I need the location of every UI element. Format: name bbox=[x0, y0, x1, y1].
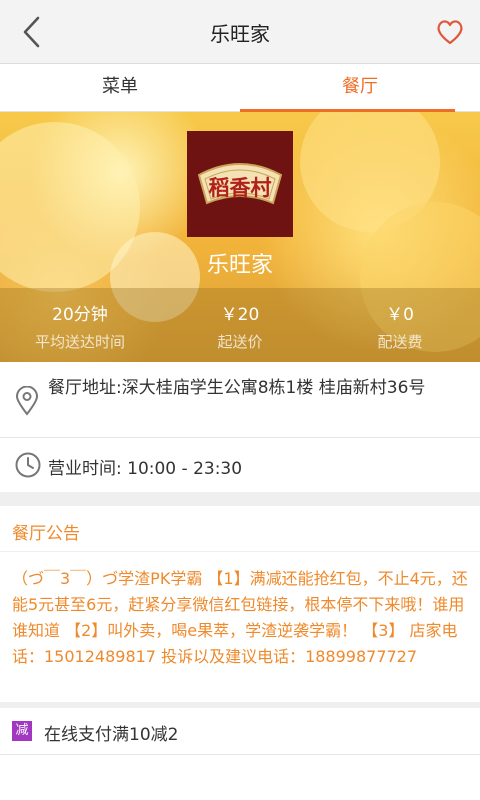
address-row[interactable]: 餐厅地址:深大桂庙学生公寓8栋1楼 桂庙新村36号 bbox=[0, 362, 480, 438]
hours-row: 营业时间: 10:00 - 23:30 bbox=[0, 439, 480, 492]
page-title: 乐旺家 bbox=[210, 22, 270, 46]
tab-bar: 菜单 餐厅 bbox=[0, 64, 480, 112]
restaurant-notice: 餐厅公告 （づ￣3￣）づ学渣PK学霸 【1】满减还能抢红包，不止4元，还能5元甚… bbox=[0, 506, 480, 702]
stat-delivery-fee: ￥0 配送费 bbox=[320, 288, 480, 352]
restaurant-logo: 稻香村 bbox=[187, 131, 293, 237]
promotion-text: 在线支付满10减2 bbox=[44, 725, 179, 745]
restaurant-info: 餐厅地址:深大桂庙学生公寓8栋1楼 桂庙新村36号 营业时间: 10:00 - … bbox=[0, 362, 480, 492]
tab-restaurant[interactable]: 餐厅 bbox=[240, 64, 480, 112]
restaurant-stats: 20分钟 平均送达时间 ￥20 起送价 ￥0 配送费 bbox=[0, 288, 480, 362]
stat-delivery-time: 20分钟 平均送达时间 bbox=[0, 288, 160, 352]
logo-fan-icon: 稻香村 bbox=[197, 163, 283, 205]
divider bbox=[0, 551, 480, 552]
stat-label: 配送费 bbox=[377, 333, 423, 351]
address-text: 餐厅地址:深大桂庙学生公寓8栋1楼 桂庙新村36号 bbox=[48, 378, 426, 398]
notice-body: （づ￣3￣）づ学渣PK学霸 【1】满减还能抢红包，不止4元，还能5元甚至6元，赶… bbox=[12, 569, 468, 666]
location-pin-icon bbox=[15, 386, 39, 416]
divider bbox=[0, 754, 480, 755]
clock-icon bbox=[15, 452, 41, 478]
top-bar: 乐旺家 bbox=[0, 0, 480, 64]
restaurant-name: 乐旺家 bbox=[206, 253, 273, 278]
stat-label: 平均送达时间 bbox=[34, 333, 125, 351]
discount-badge: 减 bbox=[12, 721, 32, 741]
notice-title: 餐厅公告 bbox=[12, 524, 80, 544]
promotion-item: 减 在线支付满10减2 bbox=[0, 708, 480, 800]
restaurant-banner: 稻香村 乐旺家 20分钟 平均送达时间 ￥20 起送价 ￥0 配送费 bbox=[0, 112, 480, 362]
heart-icon[interactable] bbox=[434, 16, 466, 48]
hours-text: 营业时间: 10:00 - 23:30 bbox=[48, 459, 243, 479]
stat-label: 起送价 bbox=[217, 333, 263, 351]
stat-value: 20分钟 bbox=[52, 305, 108, 325]
logo-text: 稻香村 bbox=[209, 175, 272, 200]
stat-value: ￥0 bbox=[386, 305, 414, 325]
stat-min-order: ￥20 起送价 bbox=[160, 288, 320, 352]
tab-menu[interactable]: 菜单 bbox=[0, 64, 240, 112]
stat-value: ￥20 bbox=[220, 305, 260, 325]
